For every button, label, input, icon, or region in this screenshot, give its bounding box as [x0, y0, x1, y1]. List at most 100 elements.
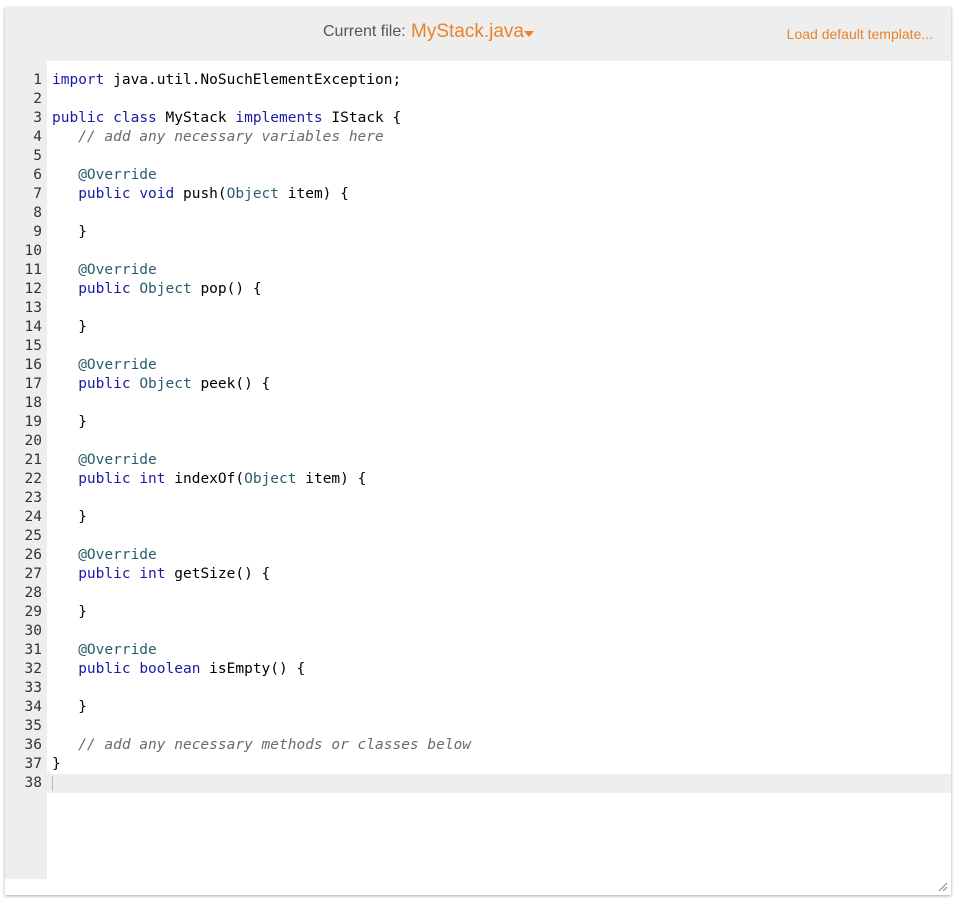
line-number: 22: [24, 471, 42, 487]
line-text[interactable]: @Override: [52, 451, 157, 470]
code-token: public: [78, 186, 131, 202]
line-number: 26: [24, 547, 42, 563]
line-text[interactable]: import java.util.NoSuchElementException;: [52, 71, 401, 90]
code-editor[interactable]: 1 import java.util.NoSuchElementException…: [5, 61, 951, 895]
code-line[interactable]: 17 public Object peek() {: [5, 375, 951, 394]
code-token: push(: [174, 186, 227, 202]
code-line[interactable]: 21 @Override: [5, 451, 951, 470]
code-lines[interactable]: 1 import java.util.NoSuchElementException…: [5, 71, 951, 793]
code-line[interactable]: 3 public class MyStack implements IStack …: [5, 109, 951, 128]
code-line[interactable]: 18: [5, 394, 951, 413]
line-text[interactable]: public boolean isEmpty() {: [52, 660, 305, 679]
code-line[interactable]: 15: [5, 337, 951, 356]
code-line[interactable]: 4 // add any necessary variables here: [5, 128, 951, 147]
line-text[interactable]: }: [52, 755, 61, 774]
line-number: 19: [24, 414, 42, 430]
line-text[interactable]: }: [52, 698, 87, 717]
line-text[interactable]: @Override: [52, 641, 157, 660]
code-line[interactable]: 32 public boolean isEmpty() {: [5, 660, 951, 679]
line-number: 11: [24, 262, 42, 278]
code-line[interactable]: 22 public int indexOf(Object item) {: [5, 470, 951, 489]
line-text[interactable]: }: [52, 318, 87, 337]
line-number: 24: [24, 509, 42, 525]
code-line[interactable]: 10: [5, 242, 951, 261]
code-line[interactable]: 2: [5, 90, 951, 109]
file-select-dropdown[interactable]: MyStack.java: [411, 21, 524, 43]
line-number: 8: [33, 205, 42, 221]
line-text[interactable]: }: [52, 413, 87, 432]
resize-handle-icon[interactable]: [937, 881, 947, 891]
line-text[interactable]: // add any necessary methods or classes …: [52, 736, 471, 755]
line-text[interactable]: @Override: [52, 546, 157, 565]
code-line[interactable]: 36 // add any necessary methods or class…: [5, 736, 951, 755]
code-line[interactable]: 8: [5, 204, 951, 223]
code-token: public: [52, 110, 105, 126]
code-line[interactable]: 9 }: [5, 223, 951, 242]
code-token: int: [139, 471, 166, 487]
line-text[interactable]: }: [52, 603, 87, 622]
code-line[interactable]: 5: [5, 147, 951, 166]
code-line[interactable]: 7 public void push(Object item) {: [5, 185, 951, 204]
code-line[interactable]: 26 @Override: [5, 546, 951, 565]
load-default-template-link[interactable]: Load default template...: [787, 26, 933, 42]
code-line[interactable]: 13: [5, 299, 951, 318]
code-line[interactable]: 24 }: [5, 508, 951, 527]
code-token: class: [113, 110, 157, 126]
code-line[interactable]: 27 public int getSize() {: [5, 565, 951, 584]
code-line[interactable]: 16 @Override: [5, 356, 951, 375]
code-line[interactable]: 25: [5, 527, 951, 546]
code-line[interactable]: 28: [5, 584, 951, 603]
file-header: Current file: MyStack.java Load default …: [5, 7, 951, 61]
code-line[interactable]: 1 import java.util.NoSuchElementException…: [5, 71, 951, 90]
line-number: 9: [33, 224, 42, 240]
code-token: @Override: [78, 262, 157, 278]
current-file-label: Current file:: [323, 23, 406, 40]
line-text[interactable]: @Override: [52, 356, 157, 375]
code-line[interactable]: 33: [5, 679, 951, 698]
code-token: @Override: [78, 642, 157, 658]
code-token: pop() {: [191, 281, 262, 297]
code-line[interactable]: 20: [5, 432, 951, 451]
line-text[interactable]: @Override: [52, 166, 157, 185]
line-text[interactable]: public int indexOf(Object item) {: [52, 470, 366, 489]
code-token: }: [52, 224, 87, 240]
code-token: import: [52, 72, 105, 88]
code-line[interactable]: 37}: [5, 755, 951, 774]
code-line[interactable]: 35: [5, 717, 951, 736]
line-text[interactable]: public Object peek() {: [52, 375, 270, 394]
code-line[interactable]: 11 @Override: [5, 261, 951, 280]
line-number: 4: [33, 129, 42, 145]
line-text[interactable]: // add any necessary variables here: [52, 128, 384, 147]
line-text[interactable]: @Override: [52, 261, 157, 280]
line-text[interactable]: }: [52, 508, 87, 527]
line-text[interactable]: public class MyStack implements IStack {: [52, 109, 401, 128]
code-line[interactable]: 38: [5, 774, 951, 793]
line-number: 29: [24, 604, 42, 620]
code-line[interactable]: 30: [5, 622, 951, 641]
line-number: 34: [24, 699, 42, 715]
code-token: // add any necessary methods or classes …: [78, 737, 472, 753]
caret-down-icon[interactable]: [524, 31, 534, 37]
code-line[interactable]: 19 }: [5, 413, 951, 432]
code-token: item) {: [279, 186, 349, 202]
line-text[interactable]: public Object pop() {: [52, 280, 262, 299]
line-number: 12: [24, 281, 42, 297]
code-line[interactable]: 14 }: [5, 318, 951, 337]
code-line[interactable]: 31 @Override: [5, 641, 951, 660]
code-line[interactable]: 29 }: [5, 603, 951, 622]
line-text[interactable]: [52, 774, 53, 793]
line-text[interactable]: public void push(Object item) {: [52, 185, 349, 204]
line-number: 38: [24, 775, 42, 791]
line-text[interactable]: public int getSize() {: [52, 565, 270, 584]
code-line[interactable]: 12 public Object pop() {: [5, 280, 951, 299]
code-line[interactable]: 34 }: [5, 698, 951, 717]
line-text[interactable]: }: [52, 223, 87, 242]
code-line[interactable]: 23: [5, 489, 951, 508]
code-line[interactable]: 6 @Override: [5, 166, 951, 185]
